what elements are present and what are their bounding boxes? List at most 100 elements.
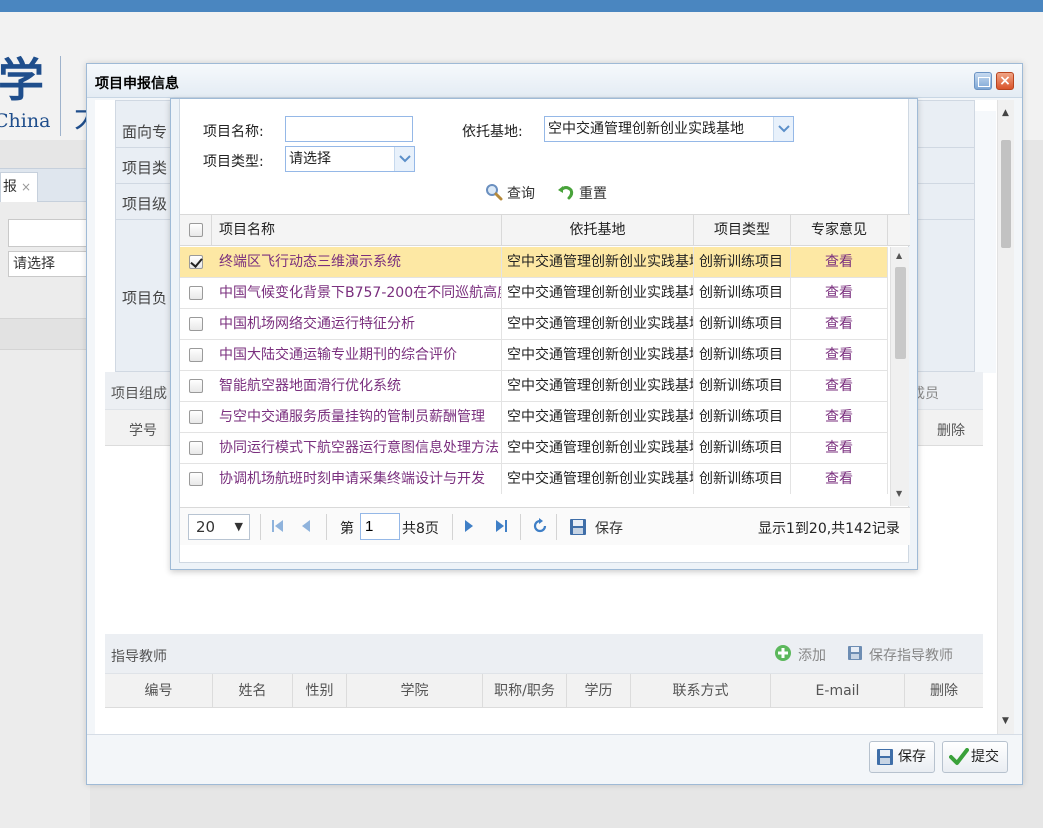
cell-project-name: 中国气候变化背景下B757-200在不同巡航高度 [212,278,502,309]
table-row-partial [180,494,888,506]
pager-info: 显示1到20,共142记录 [758,521,900,537]
cell-base: 空中交通管理创新创业实践基地 [502,247,694,278]
page-total: 共8页 [402,521,439,537]
scroll-up-icon[interactable]: ▲ [1002,108,1009,118]
type-select-value: 请选择 [289,151,331,167]
reset-button[interactable]: 重置 [558,183,607,203]
view-opinion-link[interactable]: 查看 [791,371,888,402]
table-row[interactable]: 中国大陆交通运输专业期刊的综合评价 空中交通管理创新创业实践基地 创新训练项目 查看 [180,340,888,371]
row-checkbox[interactable] [189,379,203,393]
table-row[interactable]: 与空中交通服务质量挂钩的管制员薪酬管理 空中交通管理创新创业实践基地 创新训练项目查… [180,402,888,433]
column-header-opinion[interactable]: 专家意见 [791,215,888,246]
column-header-base[interactable]: 依托基地 [502,215,694,246]
scroll-down-icon[interactable]: ▼ [1002,716,1009,726]
cell-type: 创新训练项目 [694,464,791,495]
grid-scrollbar[interactable]: ▲ ▼ [890,247,909,506]
base-select[interactable]: 空中交通管理创新创业实践基地 [544,116,794,142]
close-icon[interactable]: × [21,180,31,194]
form-right-column [974,111,996,373]
cell-project-name: 中国机场网络交通运行特征分析 [212,309,502,340]
maximize-icon[interactable] [974,72,992,90]
scroll-thumb[interactable] [1001,140,1011,248]
select-all-checkbox[interactable] [189,223,203,237]
refresh-icon[interactable] [532,518,548,534]
dialog-title: 项目申报信息 [95,76,179,92]
next-page-icon[interactable] [463,518,475,534]
pager-divider [452,514,453,540]
save-teachers-button[interactable]: 保存指导教师 [847,645,953,665]
chevron-down-icon[interactable] [773,117,793,141]
floppy-icon [877,749,893,765]
teachers-table-header: 编号 姓名 性别 学院 职称/职务 学历 联系方式 E-mail 删除 [105,674,983,708]
dialog-footer: 保存 提交 [87,734,1022,784]
close-icon[interactable]: × [996,72,1014,90]
logo-character: 学 [0,53,44,107]
pager-divider [520,514,521,540]
view-opinion-link[interactable]: 查看 [791,309,888,340]
background-select[interactable]: 请选择 [8,251,88,277]
table-row[interactable]: 智能航空器地面滑行优化系统 空中交通管理创新创业实践基地 创新训练项目 查看 [180,371,888,402]
pager-divider [260,514,261,540]
column-header-student-id: 学号 [129,423,157,439]
table-row[interactable]: 终端区飞行动态三维演示系统 空中交通管理创新创业实践基地 创新训练项目 查看 [180,247,888,278]
view-opinion-link[interactable]: 查看 [791,247,888,278]
undo-icon [558,186,574,200]
save-button[interactable]: 保存 [869,741,935,773]
page-number-input[interactable] [360,513,400,540]
column-header: 性别 [293,674,347,708]
row-checkbox[interactable] [189,286,203,300]
prev-page-icon[interactable] [300,518,312,534]
type-filter-label: 项目类型: [203,154,264,170]
page-prefix: 第 [340,521,354,537]
last-page-icon[interactable] [494,518,508,534]
cell-base: 空中交通管理创新创业实践基地 [502,371,694,402]
cell-base: 空中交通管理创新创业实践基地 [502,433,694,464]
add-teacher-button[interactable]: 添加 [774,645,826,665]
table-row[interactable]: 协调机场航班时刻申请采集终端设计与开发 空中交通管理创新创业实践基地 创新训练项目查… [180,464,888,495]
tab-report[interactable]: 报 × [0,172,38,202]
scroll-up-icon[interactable]: ▲ [896,251,902,260]
row-checkbox[interactable] [189,348,203,362]
row-checkbox[interactable] [189,255,203,269]
row-checkbox[interactable] [189,472,203,486]
cell-base: 空中交通管理创新创业实践基地 [502,340,694,371]
pager-save-button[interactable]: 保存 [595,518,623,538]
project-grid: 项目名称 依托基地 项目类型 专家意见 终端区飞行动态三维演示系统 空中交通管理创… [180,214,910,506]
cell-project-name: 协调机场航班时刻申请采集终端设计与开发 [212,464,502,495]
row-checkbox[interactable] [189,441,203,455]
view-opinion-link[interactable]: 查看 [791,340,888,371]
background-input[interactable] [8,219,88,247]
cell-type: 创新训练项目 [694,402,791,433]
submit-button[interactable]: 提交 [942,741,1008,773]
pagination-bar: 20 ▼ 第 共8页 保存 显示1到20,共142记录 [180,507,910,545]
cell-base: 空中交通管理创新创业实践基地 [502,278,694,309]
column-header: 联系方式 [631,674,771,708]
project-name-input[interactable] [285,116,413,142]
scroll-down-icon[interactable]: ▼ [896,489,902,498]
table-row[interactable]: 中国机场网络交通运行特征分析 空中交通管理创新创业实践基地 创新训练项目 查看 [180,309,888,340]
teachers-title: 指导教师 [111,649,167,665]
column-header-project-name[interactable]: 项目名称 [212,215,502,246]
cell-type: 创新训练项目 [694,433,791,464]
save-label: 保存 [898,749,926,765]
column-header-type[interactable]: 项目类型 [694,215,791,246]
chevron-down-icon[interactable] [394,147,414,171]
page-size-select[interactable]: 20 ▼ [188,514,250,540]
floppy-icon[interactable] [569,518,587,536]
table-row[interactable]: 中国气候变化背景下B757-200在不同巡航高度 空中交通管理创新创业实践基地 创新… [180,278,888,309]
view-opinion-link[interactable]: 查看 [791,278,888,309]
cell-type: 创新训练项目 [694,309,791,340]
view-opinion-link[interactable]: 查看 [791,464,888,495]
view-opinion-link[interactable]: 查看 [791,402,888,433]
type-select[interactable]: 请选择 [285,146,415,172]
view-opinion-link[interactable]: 查看 [791,433,888,464]
column-header: 学历 [567,674,631,708]
dialog-scrollbar[interactable]: ▲ ▼ [997,100,1014,734]
scroll-thumb[interactable] [895,267,906,359]
row-checkbox[interactable] [189,317,203,331]
search-icon [486,184,503,201]
table-row[interactable]: 协同运行模式下航空器运行意图信息处理方法 空中交通管理创新创业实践基地 创新训练项目… [180,433,888,464]
first-page-icon[interactable] [271,518,285,534]
query-button[interactable]: 查询 [486,183,535,203]
row-checkbox[interactable] [189,410,203,424]
